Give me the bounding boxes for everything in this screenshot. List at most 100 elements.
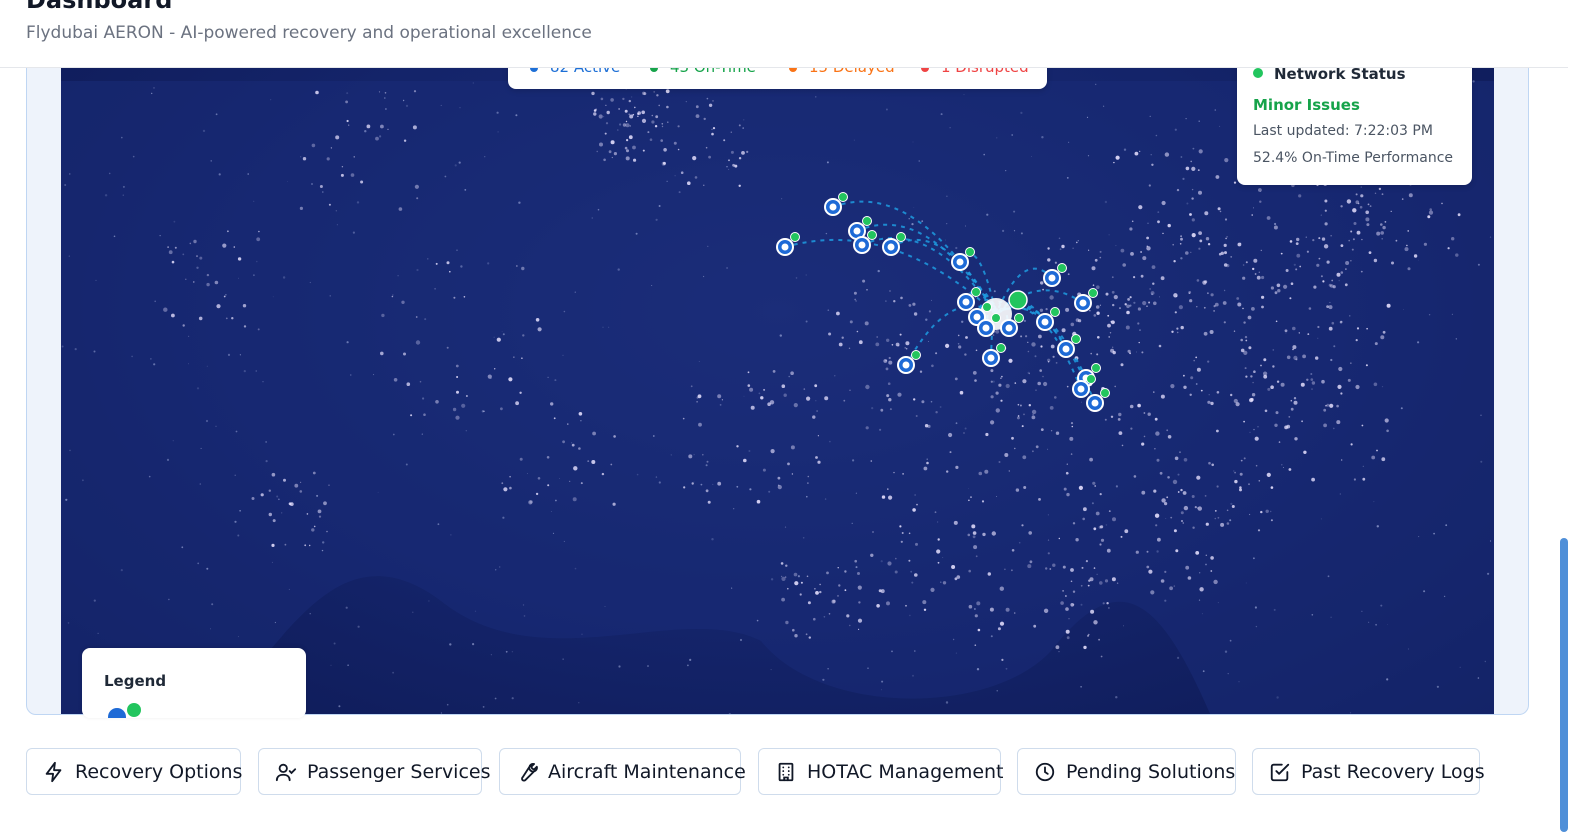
city-light	[1272, 365, 1275, 368]
city-light	[1266, 216, 1271, 220]
city-light	[945, 343, 950, 348]
city-light	[1260, 249, 1263, 252]
city-light	[698, 422, 702, 427]
city-light	[689, 658, 692, 662]
city-light	[693, 454, 695, 456]
city-light	[1261, 305, 1264, 309]
city-light	[1191, 233, 1196, 238]
city-light	[1204, 280, 1208, 284]
building-icon	[775, 761, 797, 783]
city-light	[1087, 155, 1090, 157]
city-light	[883, 359, 888, 363]
city-light	[501, 331, 503, 332]
city-light	[1058, 651, 1060, 653]
city-light	[906, 348, 908, 350]
city-light	[563, 540, 565, 542]
city-light	[655, 476, 658, 478]
city-light	[1188, 292, 1191, 294]
city-light	[1320, 518, 1322, 520]
city-light	[1210, 293, 1214, 297]
city-light	[1443, 595, 1446, 598]
city-light	[1164, 599, 1167, 602]
city-light	[1278, 441, 1281, 443]
city-light	[1047, 514, 1049, 516]
city-light	[1253, 557, 1255, 560]
city-light	[837, 567, 839, 569]
city-light	[1187, 576, 1192, 580]
city-light	[1167, 435, 1172, 439]
city-light	[1049, 568, 1052, 570]
city-light	[287, 181, 288, 183]
city-light	[428, 600, 430, 602]
past-recovery-logs-label: Past Recovery Logs	[1301, 760, 1485, 783]
city-light	[1356, 327, 1360, 330]
city-light	[1070, 580, 1073, 583]
city-light	[1039, 369, 1042, 372]
city-light	[1242, 307, 1244, 310]
city-light	[326, 157, 330, 161]
city-light	[1330, 235, 1332, 237]
city-light	[781, 198, 783, 200]
city-light	[1138, 205, 1143, 210]
city-light	[853, 139, 855, 141]
city-light	[1130, 252, 1134, 256]
city-light	[1477, 677, 1480, 679]
city-light	[870, 553, 874, 557]
city-light	[1068, 141, 1070, 143]
passenger-services-button[interactable]: Passenger Services	[258, 748, 491, 795]
city-light	[661, 123, 664, 125]
city-light	[593, 109, 597, 112]
city-light	[1111, 276, 1114, 279]
city-light	[783, 393, 787, 397]
city-light	[1373, 258, 1378, 263]
city-light	[319, 185, 323, 188]
city-light	[571, 442, 573, 444]
city-light	[1189, 299, 1193, 303]
city-light	[490, 377, 492, 379]
city-light	[1120, 535, 1123, 538]
city-light	[814, 588, 816, 590]
city-light	[1159, 296, 1160, 298]
city-light	[743, 395, 745, 397]
city-light	[897, 344, 900, 347]
city-light	[1351, 248, 1354, 251]
city-light	[1095, 83, 1097, 86]
city-light	[193, 239, 197, 244]
city-light	[1072, 247, 1074, 249]
city-light	[770, 669, 772, 671]
city-light	[888, 398, 892, 402]
city-light	[511, 697, 514, 700]
city-light	[450, 534, 452, 536]
city-light	[942, 557, 944, 558]
city-light	[995, 329, 1000, 334]
past-recovery-logs-button[interactable]: Past Recovery Logs	[1252, 748, 1485, 795]
city-light	[785, 564, 788, 567]
aircraft-maintenance-button[interactable]: Aircraft Maintenance	[499, 748, 746, 795]
city-light	[67, 622, 70, 624]
city-light	[703, 184, 705, 186]
city-light	[502, 516, 505, 519]
city-light	[1150, 590, 1155, 595]
city-light	[1190, 160, 1192, 163]
scrollbar-track[interactable]	[1568, 0, 1588, 832]
city-light	[1137, 322, 1140, 325]
city-light	[1376, 231, 1381, 236]
hotac-management-button[interactable]: HOTAC Management	[758, 748, 1004, 795]
city-light	[239, 354, 241, 356]
city-light	[880, 560, 883, 563]
city-light	[1226, 236, 1228, 238]
city-light	[711, 538, 714, 541]
city-light	[1330, 358, 1333, 362]
recovery-options-button[interactable]: Recovery Options	[26, 748, 242, 795]
city-light	[1329, 403, 1334, 408]
city-light	[1195, 356, 1198, 359]
city-light	[1210, 570, 1213, 572]
city-light	[1031, 342, 1036, 347]
city-light	[1418, 259, 1419, 261]
pending-solutions-button[interactable]: Pending Solutions	[1017, 748, 1236, 795]
scrollbar-thumb[interactable]	[1560, 538, 1568, 832]
city-light	[1352, 238, 1355, 241]
city-light	[597, 208, 600, 211]
city-light	[196, 255, 198, 258]
city-light	[1230, 502, 1233, 505]
